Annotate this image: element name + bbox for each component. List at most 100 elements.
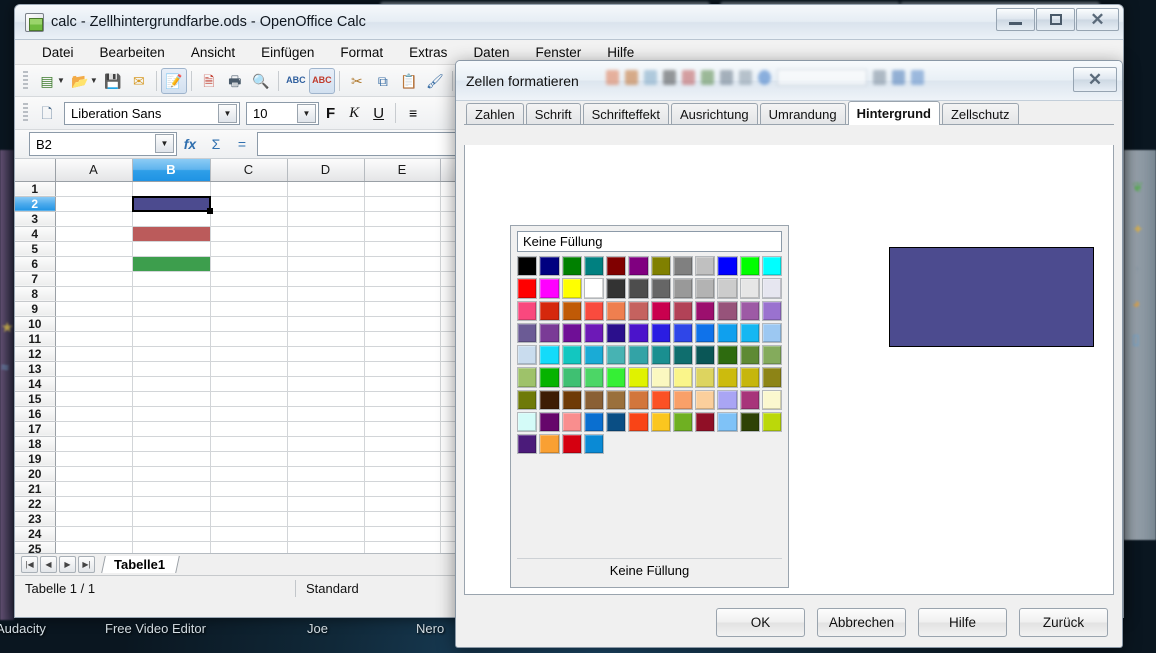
cell-E9[interactable] xyxy=(364,301,440,316)
cell-A8[interactable] xyxy=(55,286,132,301)
color-swatch[interactable] xyxy=(584,278,604,298)
cell-E20[interactable] xyxy=(364,466,440,481)
cell-E25[interactable] xyxy=(364,541,440,554)
cell-C11[interactable] xyxy=(210,331,287,346)
select-all-corner[interactable] xyxy=(15,159,55,181)
cell-E5[interactable] xyxy=(364,241,440,256)
cell-E15[interactable] xyxy=(364,391,440,406)
cell-C6[interactable] xyxy=(210,256,287,271)
color-swatch[interactable] xyxy=(606,412,626,432)
color-swatch[interactable] xyxy=(651,367,671,387)
color-swatch[interactable] xyxy=(628,412,648,432)
cell-B23[interactable] xyxy=(132,511,210,526)
row-header-23[interactable]: 23 xyxy=(15,511,55,526)
color-swatch[interactable] xyxy=(562,256,582,276)
cell-A7[interactable] xyxy=(55,271,132,286)
cell-B25[interactable] xyxy=(132,541,210,554)
column-header-a[interactable]: A xyxy=(55,159,132,181)
cell-A19[interactable] xyxy=(55,451,132,466)
color-swatch[interactable] xyxy=(562,323,582,343)
cell-C18[interactable] xyxy=(210,436,287,451)
color-swatch[interactable] xyxy=(628,367,648,387)
color-swatch[interactable] xyxy=(628,323,648,343)
color-swatch[interactable] xyxy=(584,323,604,343)
color-swatch[interactable] xyxy=(539,256,559,276)
color-swatch[interactable] xyxy=(740,412,760,432)
function-wizard-icon[interactable]: fx xyxy=(177,132,203,156)
color-swatch[interactable] xyxy=(673,345,693,365)
menu-format[interactable]: Format xyxy=(327,42,396,63)
cell-B19[interactable] xyxy=(132,451,210,466)
copy-icon[interactable]: ⧉ xyxy=(370,68,396,94)
color-swatch[interactable] xyxy=(517,278,537,298)
font-name-combo[interactable]: Liberation Sans ▼ xyxy=(64,102,240,125)
cell-B10[interactable] xyxy=(132,316,210,331)
cell-E19[interactable] xyxy=(364,451,440,466)
cell-D9[interactable] xyxy=(287,301,364,316)
spellcheck-icon[interactable]: ABC xyxy=(283,68,309,94)
cell-C3[interactable] xyxy=(210,211,287,226)
reset-button[interactable]: Zurück xyxy=(1019,608,1108,637)
menu-datei[interactable]: Datei xyxy=(29,42,87,63)
row-header-4[interactable]: 4 xyxy=(15,226,55,241)
fill-value-field[interactable]: Keine Füllung xyxy=(517,231,782,252)
cell-C17[interactable] xyxy=(210,421,287,436)
cell-A22[interactable] xyxy=(55,496,132,511)
color-swatch[interactable] xyxy=(651,345,671,365)
edit-mode-icon[interactable]: 📝 xyxy=(161,68,187,94)
cell-A10[interactable] xyxy=(55,316,132,331)
cell-A23[interactable] xyxy=(55,511,132,526)
color-swatch[interactable] xyxy=(740,301,760,321)
cell-A15[interactable] xyxy=(55,391,132,406)
cell-C10[interactable] xyxy=(210,316,287,331)
color-swatch[interactable] xyxy=(762,323,782,343)
color-swatch[interactable] xyxy=(673,278,693,298)
cell-B21[interactable] xyxy=(132,481,210,496)
cancel-button[interactable]: Abbrechen xyxy=(817,608,906,637)
formula-icon[interactable]: = xyxy=(229,132,255,156)
cell-E14[interactable] xyxy=(364,376,440,391)
cell-D16[interactable] xyxy=(287,406,364,421)
cell-B7[interactable] xyxy=(132,271,210,286)
row-header-11[interactable]: 11 xyxy=(15,331,55,346)
row-header-18[interactable]: 18 xyxy=(15,436,55,451)
row-header-20[interactable]: 20 xyxy=(15,466,55,481)
cell-E22[interactable] xyxy=(364,496,440,511)
cell-B4[interactable] xyxy=(132,226,210,241)
cell-D10[interactable] xyxy=(287,316,364,331)
color-swatch[interactable] xyxy=(539,301,559,321)
cell-B8[interactable] xyxy=(132,286,210,301)
color-swatch[interactable] xyxy=(584,390,604,410)
cell-C22[interactable] xyxy=(210,496,287,511)
color-swatch[interactable] xyxy=(539,367,559,387)
cell-B17[interactable] xyxy=(132,421,210,436)
color-swatch[interactable] xyxy=(539,412,559,432)
color-swatch[interactable] xyxy=(517,323,537,343)
cell-B16[interactable] xyxy=(132,406,210,421)
cell-D18[interactable] xyxy=(287,436,364,451)
desktop-icon-nero[interactable]: Nero xyxy=(416,621,444,636)
row-header-24[interactable]: 24 xyxy=(15,526,55,541)
color-swatch[interactable] xyxy=(628,345,648,365)
color-swatch[interactable] xyxy=(762,278,782,298)
first-sheet-icon[interactable]: |◀ xyxy=(21,556,38,573)
align-left-icon[interactable]: ≡ xyxy=(400,100,426,126)
color-swatch[interactable] xyxy=(651,323,671,343)
row-header-19[interactable]: 19 xyxy=(15,451,55,466)
cell-D20[interactable] xyxy=(287,466,364,481)
color-swatch[interactable] xyxy=(717,390,737,410)
desktop-icon-audacity[interactable]: Audacity xyxy=(0,621,46,636)
send-email-icon[interactable]: ✉ xyxy=(126,68,152,94)
color-swatch[interactable] xyxy=(539,323,559,343)
next-sheet-icon[interactable]: ▶ xyxy=(59,556,76,573)
color-swatch[interactable] xyxy=(762,367,782,387)
menu-bearbeiten[interactable]: Bearbeiten xyxy=(87,42,178,63)
color-swatch[interactable] xyxy=(606,367,626,387)
color-swatch[interactable] xyxy=(562,412,582,432)
color-swatch[interactable] xyxy=(651,301,671,321)
color-swatch[interactable] xyxy=(695,301,715,321)
color-swatch[interactable] xyxy=(762,256,782,276)
color-swatch[interactable] xyxy=(539,434,559,454)
underline-button[interactable]: U xyxy=(366,105,391,122)
cell-C15[interactable] xyxy=(210,391,287,406)
